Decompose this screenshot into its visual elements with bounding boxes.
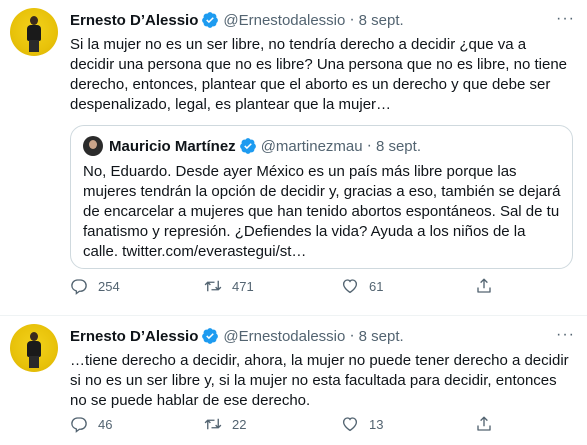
separator: · bbox=[366, 137, 372, 154]
more-icon[interactable]: ··· bbox=[556, 10, 575, 28]
quote-header: Mauricio Martínez @martinezmau · 8 sept. bbox=[83, 136, 421, 156]
retweet-icon bbox=[204, 280, 222, 292]
share-icon bbox=[477, 278, 491, 293]
quote-author-handle: @martinezmau bbox=[260, 137, 363, 155]
reply-button[interactable]: 46 bbox=[70, 415, 112, 433]
retweet-count: 22 bbox=[232, 416, 247, 432]
retweet-count: 471 bbox=[232, 278, 254, 294]
like-button[interactable]: 61 bbox=[341, 277, 383, 295]
reply-button[interactable]: 254 bbox=[70, 277, 120, 295]
quote-author-name: Mauricio Martínez bbox=[109, 137, 236, 155]
retweet-button[interactable]: 22 bbox=[204, 415, 246, 433]
separator: · bbox=[349, 327, 355, 344]
tweet-date[interactable]: 8 sept. bbox=[359, 328, 404, 345]
tweet-header: Ernesto D’Alessio @Ernestodalessio · 8 s… bbox=[70, 10, 404, 30]
author-handle[interactable]: @Ernestodalessio bbox=[223, 12, 345, 29]
retweet-icon bbox=[204, 418, 222, 430]
like-icon bbox=[342, 279, 358, 294]
quoted-tweet[interactable]: Mauricio Martínez @martinezmau · 8 sept.… bbox=[70, 125, 573, 269]
share-button[interactable] bbox=[475, 415, 503, 433]
like-icon bbox=[342, 417, 358, 432]
tweet-text: …tiene derecho a decidir, ahora, la muje… bbox=[70, 352, 569, 409]
separator: · bbox=[349, 11, 355, 28]
avatar[interactable] bbox=[10, 8, 58, 56]
reply-count: 254 bbox=[98, 278, 120, 294]
like-count: 13 bbox=[369, 416, 384, 432]
quote-date: 8 sept. bbox=[375, 137, 421, 155]
reply-icon bbox=[71, 417, 87, 433]
tweet-text: Si la mujer no es un ser libre, no tendr… bbox=[70, 36, 568, 113]
reply-icon bbox=[71, 279, 87, 295]
tweet-header: Ernesto D’Alessio @Ernestodalessio · 8 s… bbox=[70, 326, 404, 346]
verified-badge-icon bbox=[239, 138, 256, 154]
reply-count: 46 bbox=[98, 416, 113, 432]
quote-avatar bbox=[83, 136, 103, 156]
quote-text: No, Eduardo. Desde ayer México es un paí… bbox=[83, 163, 561, 260]
tweet-date[interactable]: 8 sept. bbox=[359, 12, 404, 29]
verified-badge-icon bbox=[202, 12, 219, 28]
share-icon bbox=[477, 416, 491, 431]
author-name[interactable]: Ernesto D’Alessio bbox=[70, 12, 198, 29]
more-icon[interactable]: ··· bbox=[556, 326, 575, 344]
avatar[interactable] bbox=[10, 324, 58, 372]
author-name[interactable]: Ernesto D’Alessio bbox=[70, 328, 198, 345]
tweet[interactable]: Ernesto D’Alessio @Ernestodalessio · 8 s… bbox=[0, 0, 587, 316]
tweet[interactable]: Ernesto D’Alessio @Ernestodalessio · 8 s… bbox=[0, 316, 587, 445]
like-button[interactable]: 13 bbox=[341, 415, 383, 433]
retweet-button[interactable]: 471 bbox=[204, 277, 254, 295]
author-handle[interactable]: @Ernestodalessio bbox=[223, 328, 345, 345]
share-button[interactable] bbox=[475, 277, 503, 295]
like-count: 61 bbox=[369, 278, 384, 294]
verified-badge-icon bbox=[202, 328, 219, 344]
